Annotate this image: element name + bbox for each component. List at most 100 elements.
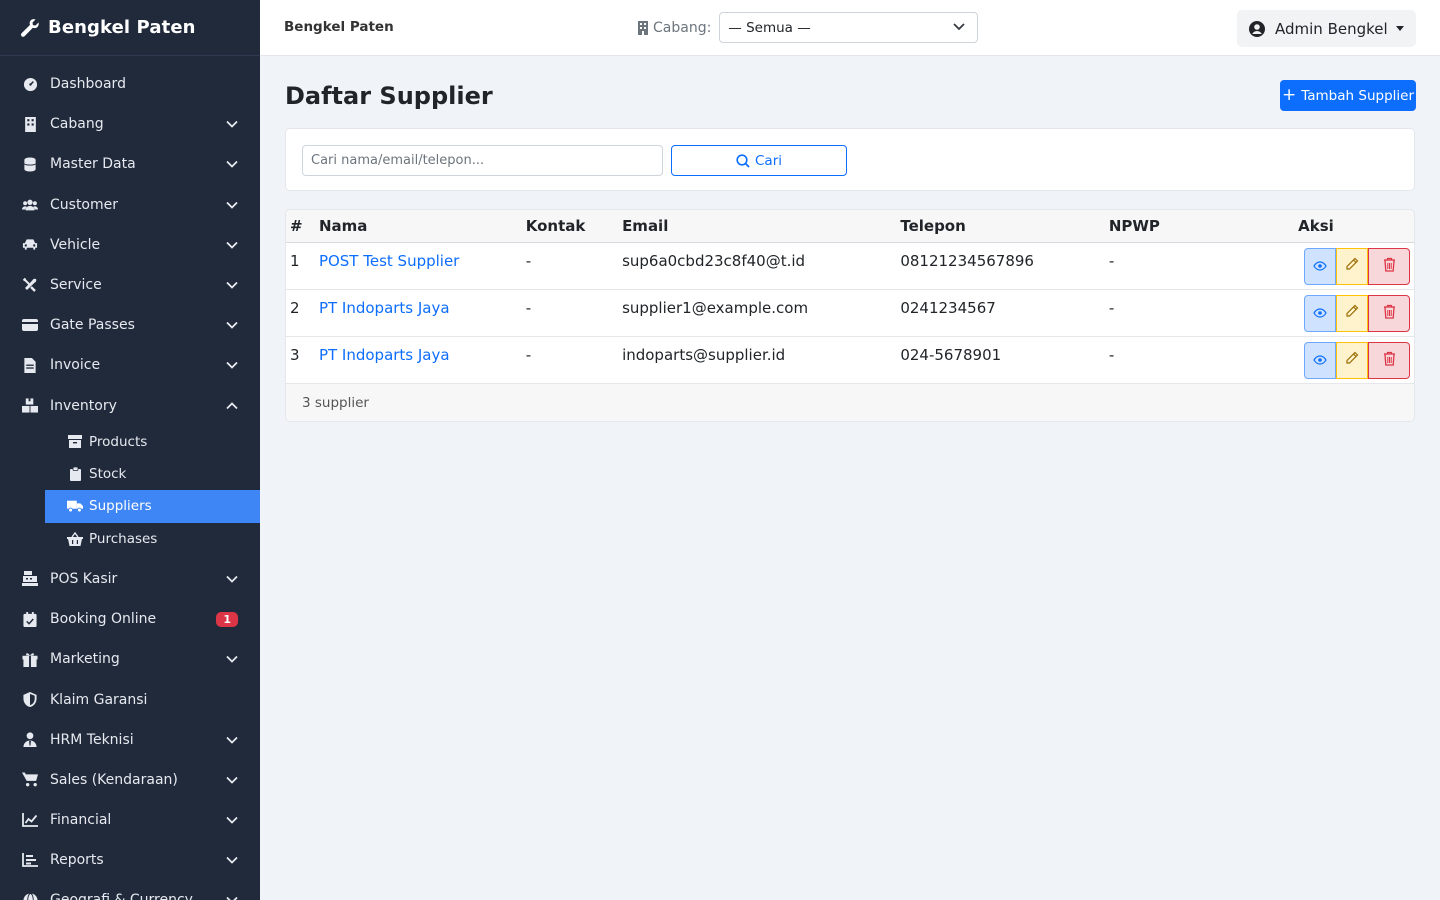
sidebar-item-hrm-teknisi[interactable]: HRM Teknisi [0, 720, 260, 760]
sidebar-item-label: Financial [50, 812, 112, 829]
chevron-down-icon [953, 23, 965, 31]
cell-npwp: - [1108, 345, 1115, 364]
brand[interactable]: Bengkel Paten [0, 0, 260, 56]
col-npwp: NPWP [1108, 216, 1160, 235]
topbar: Bengkel Paten Cabang: — Semua — Admin Be… [260, 0, 1440, 56]
add-supplier-button[interactable]: + Tambah Supplier [1280, 80, 1416, 111]
sidebar-subitem-products[interactable]: Products [45, 426, 260, 458]
chevron-down-icon [226, 776, 238, 784]
sidebar-subitem-stock[interactable]: Stock [45, 458, 260, 490]
caret-down-icon [1396, 26, 1404, 31]
col-aksi: Aksi [1298, 216, 1334, 235]
users-icon [22, 197, 38, 213]
cell-telepon: 0241234567 [900, 298, 996, 317]
sidebar-subitem-purchases[interactable]: Purchases [45, 523, 260, 555]
sidebar-item-label: Cabang [50, 116, 104, 133]
search-button-label: Cari [755, 152, 782, 169]
supplier-name-link[interactable]: PT Indoparts Jaya [319, 346, 450, 364]
sidebar-item-sales-kendaraan[interactable]: Sales (Kendaraan) [0, 760, 260, 800]
cell-email: sup6a0cbd23c8f40@t.id [622, 251, 806, 270]
view-button[interactable] [1304, 341, 1336, 379]
user-menu-button[interactable]: Admin Bengkel [1237, 10, 1416, 47]
chart-line-icon [22, 812, 38, 828]
sidebar-item-klaim-garansi[interactable]: Klaim Garansi [0, 679, 260, 719]
view-button[interactable] [1304, 247, 1336, 285]
eye-icon [1313, 351, 1327, 369]
sidebar-item-label: Service [50, 277, 102, 294]
add-supplier-label: Tambah Supplier [1301, 87, 1414, 104]
sidebar-item-label: Customer [50, 196, 119, 213]
edit-button[interactable] [1336, 247, 1368, 285]
user-circle-icon [1249, 20, 1265, 37]
sidebar-item-marketing[interactable]: Marketing [0, 639, 260, 679]
shield-icon [22, 692, 38, 708]
box-icon [67, 434, 83, 450]
table-row: 1 POST Test Supplier - sup6a0cbd23c8f40@t.i… [286, 242, 1414, 289]
col-telepon: Telepon [900, 216, 966, 235]
row-actions [1304, 341, 1410, 379]
supplier-name-link[interactable]: PT Indoparts Jaya [319, 299, 450, 317]
sidebar-item-label: Geografi & Currency [50, 892, 226, 900]
globe-icon [22, 892, 38, 900]
chevron-down-icon [226, 362, 238, 370]
col-no: # [290, 216, 303, 235]
cell-aksi [1218, 289, 1414, 336]
sidebar-item-dashboard[interactable]: Dashboard [0, 64, 260, 104]
cell-nama: PT Indoparts Jaya [315, 336, 522, 383]
sidebar-item-cabang[interactable]: Cabang [0, 104, 260, 144]
gauge-icon [22, 76, 38, 92]
sidebar-item-master-data[interactable]: Master Data [0, 144, 260, 184]
user-name: Admin Bengkel [1275, 19, 1388, 38]
sidebar-item-invoice[interactable]: Invoice [0, 345, 260, 385]
delete-button[interactable] [1368, 247, 1410, 285]
notification-badge: 1 [216, 611, 238, 627]
cell-aksi [1218, 242, 1414, 289]
chevron-down-icon [226, 322, 238, 329]
view-button[interactable] [1304, 294, 1336, 332]
sidebar-item-geografi-currency[interactable]: Geografi & Currency [0, 880, 260, 900]
search-button[interactable]: Cari [671, 145, 847, 176]
delete-button[interactable] [1368, 294, 1410, 332]
calendar-check-icon [22, 611, 38, 627]
sidebar-subitem-suppliers[interactable]: Suppliers [45, 490, 260, 523]
boxes-icon [22, 398, 38, 414]
cell-telepon: 08121234567896 [900, 251, 1034, 270]
table-header-row: # Nama Kontak Email Telepon NPWP Aksi [286, 210, 1414, 242]
sidebar-item-reports[interactable]: Reports [0, 840, 260, 880]
branch-select-value: — Semua — [728, 19, 811, 36]
edit-button[interactable] [1336, 341, 1368, 379]
pencil-icon [1345, 351, 1359, 369]
pencil-icon [1345, 257, 1359, 275]
chevron-down-icon [226, 575, 238, 583]
sidebar-item-service[interactable]: Service [0, 265, 260, 305]
cell-npwp: - [1108, 251, 1115, 270]
table-footer: 3 supplier [286, 383, 1414, 421]
sidebar-item-label: Dashboard [50, 76, 126, 93]
sidebar-item-customer[interactable]: Customer [0, 185, 260, 225]
branch-select[interactable]: — Semua — [719, 12, 979, 43]
sidebar-item-vehicle[interactable]: Vehicle [0, 225, 260, 265]
sidebar-item-inventory[interactable]: Inventory [0, 386, 260, 426]
chart-bar-icon [22, 852, 38, 868]
sidebar-item-pos-kasir[interactable]: POS Kasir [0, 559, 260, 599]
sidebar-item-label: Sales (Kendaraan) [50, 771, 178, 788]
cell-kontak: - [525, 345, 532, 364]
sidebar-subitem-label: Products [89, 433, 148, 450]
sidebar-item-gate-passes[interactable]: Gate Passes [0, 305, 260, 345]
row-actions [1304, 294, 1410, 332]
chevron-down-icon [226, 161, 238, 169]
search-input[interactable]: Cari nama/email/telepon... [302, 145, 663, 176]
sidebar-item-label: Inventory [50, 397, 117, 414]
cell-nama: PT Indoparts Jaya [315, 289, 522, 336]
sidebar-subitem-label: Suppliers [89, 498, 152, 515]
sidebar-item-financial[interactable]: Financial [0, 800, 260, 840]
cell-no: 1 [290, 251, 300, 270]
plus-icon: + [1282, 85, 1297, 105]
edit-button[interactable] [1336, 294, 1368, 332]
building-icon [638, 20, 648, 35]
cell-email: supplier1@example.com [622, 298, 809, 317]
delete-button[interactable] [1368, 341, 1410, 379]
sidebar-item-label: HRM Teknisi [50, 731, 134, 748]
supplier-name-link[interactable]: POST Test Supplier [319, 252, 459, 270]
sidebar-item-booking-online[interactable]: Booking Online 1 [0, 599, 260, 639]
